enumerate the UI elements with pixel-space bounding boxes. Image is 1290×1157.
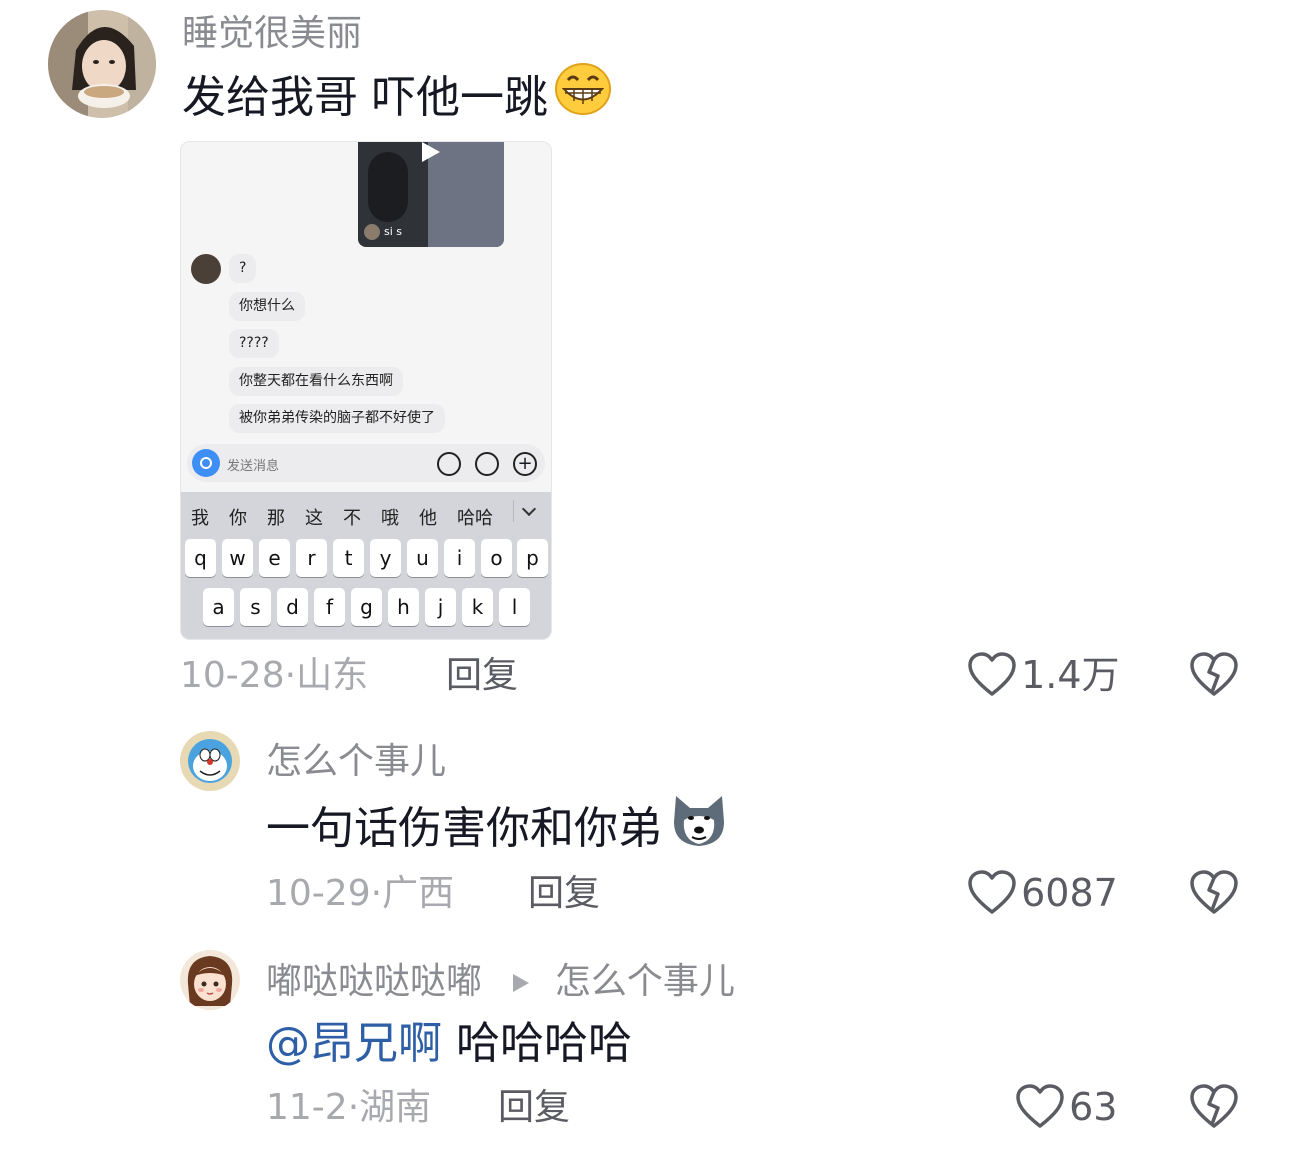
chat-message: ? — [229, 254, 257, 283]
comment-username[interactable]: 睡觉很美丽 — [182, 16, 362, 52]
comment-text: 发给我哥 吓他一跳 — [182, 63, 612, 124]
like-count: 6087 — [1021, 871, 1118, 915]
avatar[interactable] — [48, 10, 156, 118]
candidate-word[interactable]: 你 — [229, 504, 247, 530]
video-thumbnail[interactable]: si s — [358, 142, 504, 247]
candidate-word[interactable]: 我 — [191, 504, 209, 530]
reply-button[interactable]: 回复 — [446, 658, 518, 694]
like-button[interactable]: 1.4万 — [968, 652, 1120, 698]
comment-date: 10-29 — [266, 873, 371, 914]
key[interactable]: o — [481, 539, 512, 577]
dislike-button[interactable] — [1190, 652, 1238, 702]
reply-arrow-icon — [513, 974, 530, 992]
chat-message: 你整天都在看什么东西啊 — [229, 367, 403, 396]
comment-meta: 10-28·山东 — [180, 655, 369, 696]
key[interactable]: j — [425, 588, 456, 626]
like-button[interactable]: 63 — [1016, 1084, 1117, 1130]
comment-location: 广西 — [382, 873, 455, 914]
reply-button[interactable]: 回复 — [498, 1090, 570, 1126]
candidate-word[interactable]: 哦 — [381, 504, 399, 530]
video-user-avatar — [364, 224, 380, 240]
voice-icon[interactable] — [437, 452, 461, 476]
heart-icon — [968, 652, 1016, 696]
dislike-button[interactable] — [1190, 870, 1238, 920]
candidate-word[interactable]: 他 — [419, 504, 437, 530]
key[interactable]: s — [240, 588, 271, 626]
key[interactable]: p — [517, 539, 548, 577]
comment-username[interactable]: 怎么个事儿 — [266, 744, 446, 780]
candidate-word[interactable]: 这 — [305, 504, 323, 530]
reply-target-username[interactable]: 怎么个事儿 — [555, 961, 735, 1002]
heart-icon — [1016, 1084, 1064, 1128]
chat-input-placeholder[interactable]: 发送消息 — [227, 455, 279, 474]
husky-emoji-icon — [670, 792, 728, 856]
heart-icon — [968, 870, 1016, 914]
like-button[interactable]: 6087 — [968, 870, 1118, 916]
play-icon[interactable] — [422, 142, 440, 162]
candidate-word[interactable]: 哈哈 — [457, 504, 493, 530]
key[interactable]: u — [407, 539, 438, 577]
chat-input-bar[interactable]: 发送消息 + — [187, 444, 545, 482]
reply-button[interactable]: 回复 — [528, 876, 600, 912]
key[interactable]: h — [388, 588, 419, 626]
comment-meta: 10-29·广西 — [266, 873, 455, 914]
keyboard: 我 你 那 这 不 哦 他 哈哈 q w e r t y u i o p a s… — [181, 492, 551, 639]
comment-location: 湖南 — [359, 1087, 432, 1128]
key[interactable]: r — [296, 539, 327, 577]
like-count: 63 — [1069, 1085, 1118, 1129]
dislike-button[interactable] — [1190, 1084, 1238, 1134]
key[interactable]: w — [222, 539, 253, 577]
comment-text-body: 哈哈哈哈 — [456, 1018, 632, 1069]
candidate-word[interactable]: 不 — [343, 504, 361, 530]
chat-message: ???? — [229, 329, 279, 358]
avatar[interactable] — [180, 950, 240, 1010]
key[interactable]: k — [462, 588, 493, 626]
comment-date: 11-2 — [266, 1087, 348, 1128]
camera-icon[interactable] — [192, 449, 220, 477]
comment-date: 10-28 — [180, 655, 285, 696]
key[interactable]: q — [185, 539, 216, 577]
broken-heart-icon — [1190, 870, 1238, 914]
comment-username: 嘟哒哒哒哒嘟 怎么个事儿 — [266, 964, 735, 1000]
emoji-icon[interactable] — [475, 452, 499, 476]
key[interactable]: a — [203, 588, 234, 626]
chat-message: 你想什么 — [229, 292, 305, 321]
comment-text-body: 一句话伤害你和你弟 — [266, 803, 662, 854]
broken-heart-icon — [1190, 1084, 1238, 1128]
plus-icon[interactable]: + — [513, 452, 537, 476]
chat-avatar — [191, 254, 221, 284]
comment-author[interactable]: 嘟哒哒哒哒嘟 — [266, 961, 482, 1002]
comment-image[interactable]: si s ? 你想什么 ???? 你整天都在看什么东西啊 被你弟弟传染的脑子都不… — [180, 141, 552, 640]
comment-location: 山东 — [296, 655, 369, 696]
key[interactable]: l — [499, 588, 530, 626]
comment-text: 一句话伤害你和你弟 — [266, 796, 728, 856]
chat-message: 被你弟弟传染的脑子都不好使了 — [229, 404, 445, 433]
comment-text-body: 发给我哥 吓他一跳 — [182, 72, 548, 123]
like-count: 1.4万 — [1021, 653, 1120, 697]
broken-heart-icon — [1190, 652, 1238, 696]
key[interactable]: t — [333, 539, 364, 577]
avatar[interactable] — [180, 731, 240, 791]
chevron-down-icon[interactable] — [513, 500, 537, 522]
key[interactable]: g — [351, 588, 382, 626]
candidate-word[interactable]: 那 — [267, 504, 285, 530]
grin-emoji-icon — [554, 62, 612, 124]
key[interactable]: y — [370, 539, 401, 577]
comment-meta: 11-2·湖南 — [266, 1087, 432, 1128]
key[interactable]: i — [444, 539, 475, 577]
mention-link[interactable]: @昂兄啊 — [266, 1018, 442, 1069]
key[interactable]: e — [259, 539, 290, 577]
key[interactable]: d — [277, 588, 308, 626]
video-user-name: si s — [384, 225, 403, 238]
comment-text: @昂兄啊 哈哈哈哈 — [266, 1022, 632, 1066]
key[interactable]: f — [314, 588, 345, 626]
